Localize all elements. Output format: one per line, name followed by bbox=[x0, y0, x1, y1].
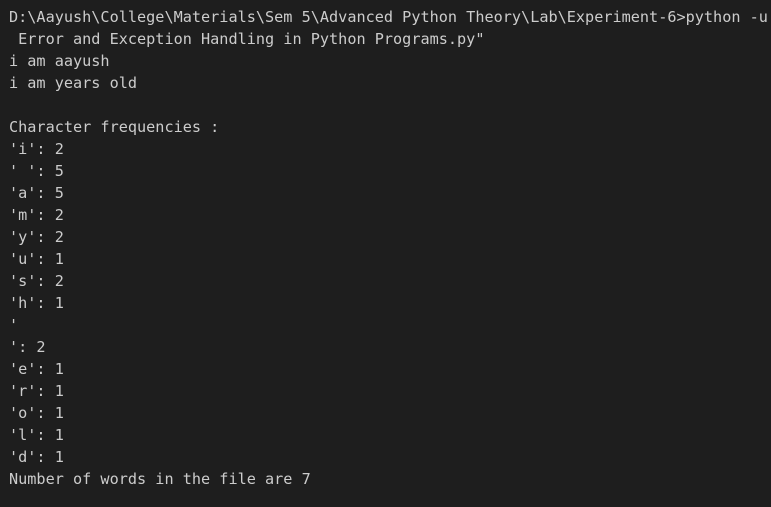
frequency-line: 'r': 1 bbox=[9, 382, 64, 400]
frequency-heading: Character frequencies : bbox=[9, 118, 220, 136]
command-line: D:\Aayush\College\Materials\Sem 5\Advanc… bbox=[9, 8, 771, 26]
word-count-line: Number of words in the file are 7 bbox=[9, 470, 311, 488]
frequency-line: 'h': 1 bbox=[9, 294, 64, 312]
frequency-line: 'm': 2 bbox=[9, 206, 64, 224]
frequency-line: ' bbox=[9, 316, 19, 334]
terminal-output[interactable]: D:\Aayush\College\Materials\Sem 5\Advanc… bbox=[0, 0, 771, 507]
frequency-line: ' ': 5 bbox=[9, 162, 64, 180]
frequency-line: 's': 2 bbox=[9, 272, 64, 290]
frequency-line: 'e': 1 bbox=[9, 360, 64, 378]
output-line: i am years old bbox=[9, 74, 138, 92]
frequency-line: ': 2 bbox=[9, 338, 46, 356]
frequency-line: 'd': 1 bbox=[9, 448, 64, 466]
frequency-line: 'o': 1 bbox=[9, 404, 64, 422]
command-line-continuation: Error and Exception Handling in Python P… bbox=[9, 30, 485, 48]
frequency-line: 'u': 1 bbox=[9, 250, 64, 268]
frequency-line: 'y': 2 bbox=[9, 228, 64, 246]
frequency-line: 'l': 1 bbox=[9, 426, 64, 444]
frequency-line: 'i': 2 bbox=[9, 140, 64, 158]
output-line: i am aayush bbox=[9, 52, 110, 70]
frequency-line: 'a': 5 bbox=[9, 184, 64, 202]
